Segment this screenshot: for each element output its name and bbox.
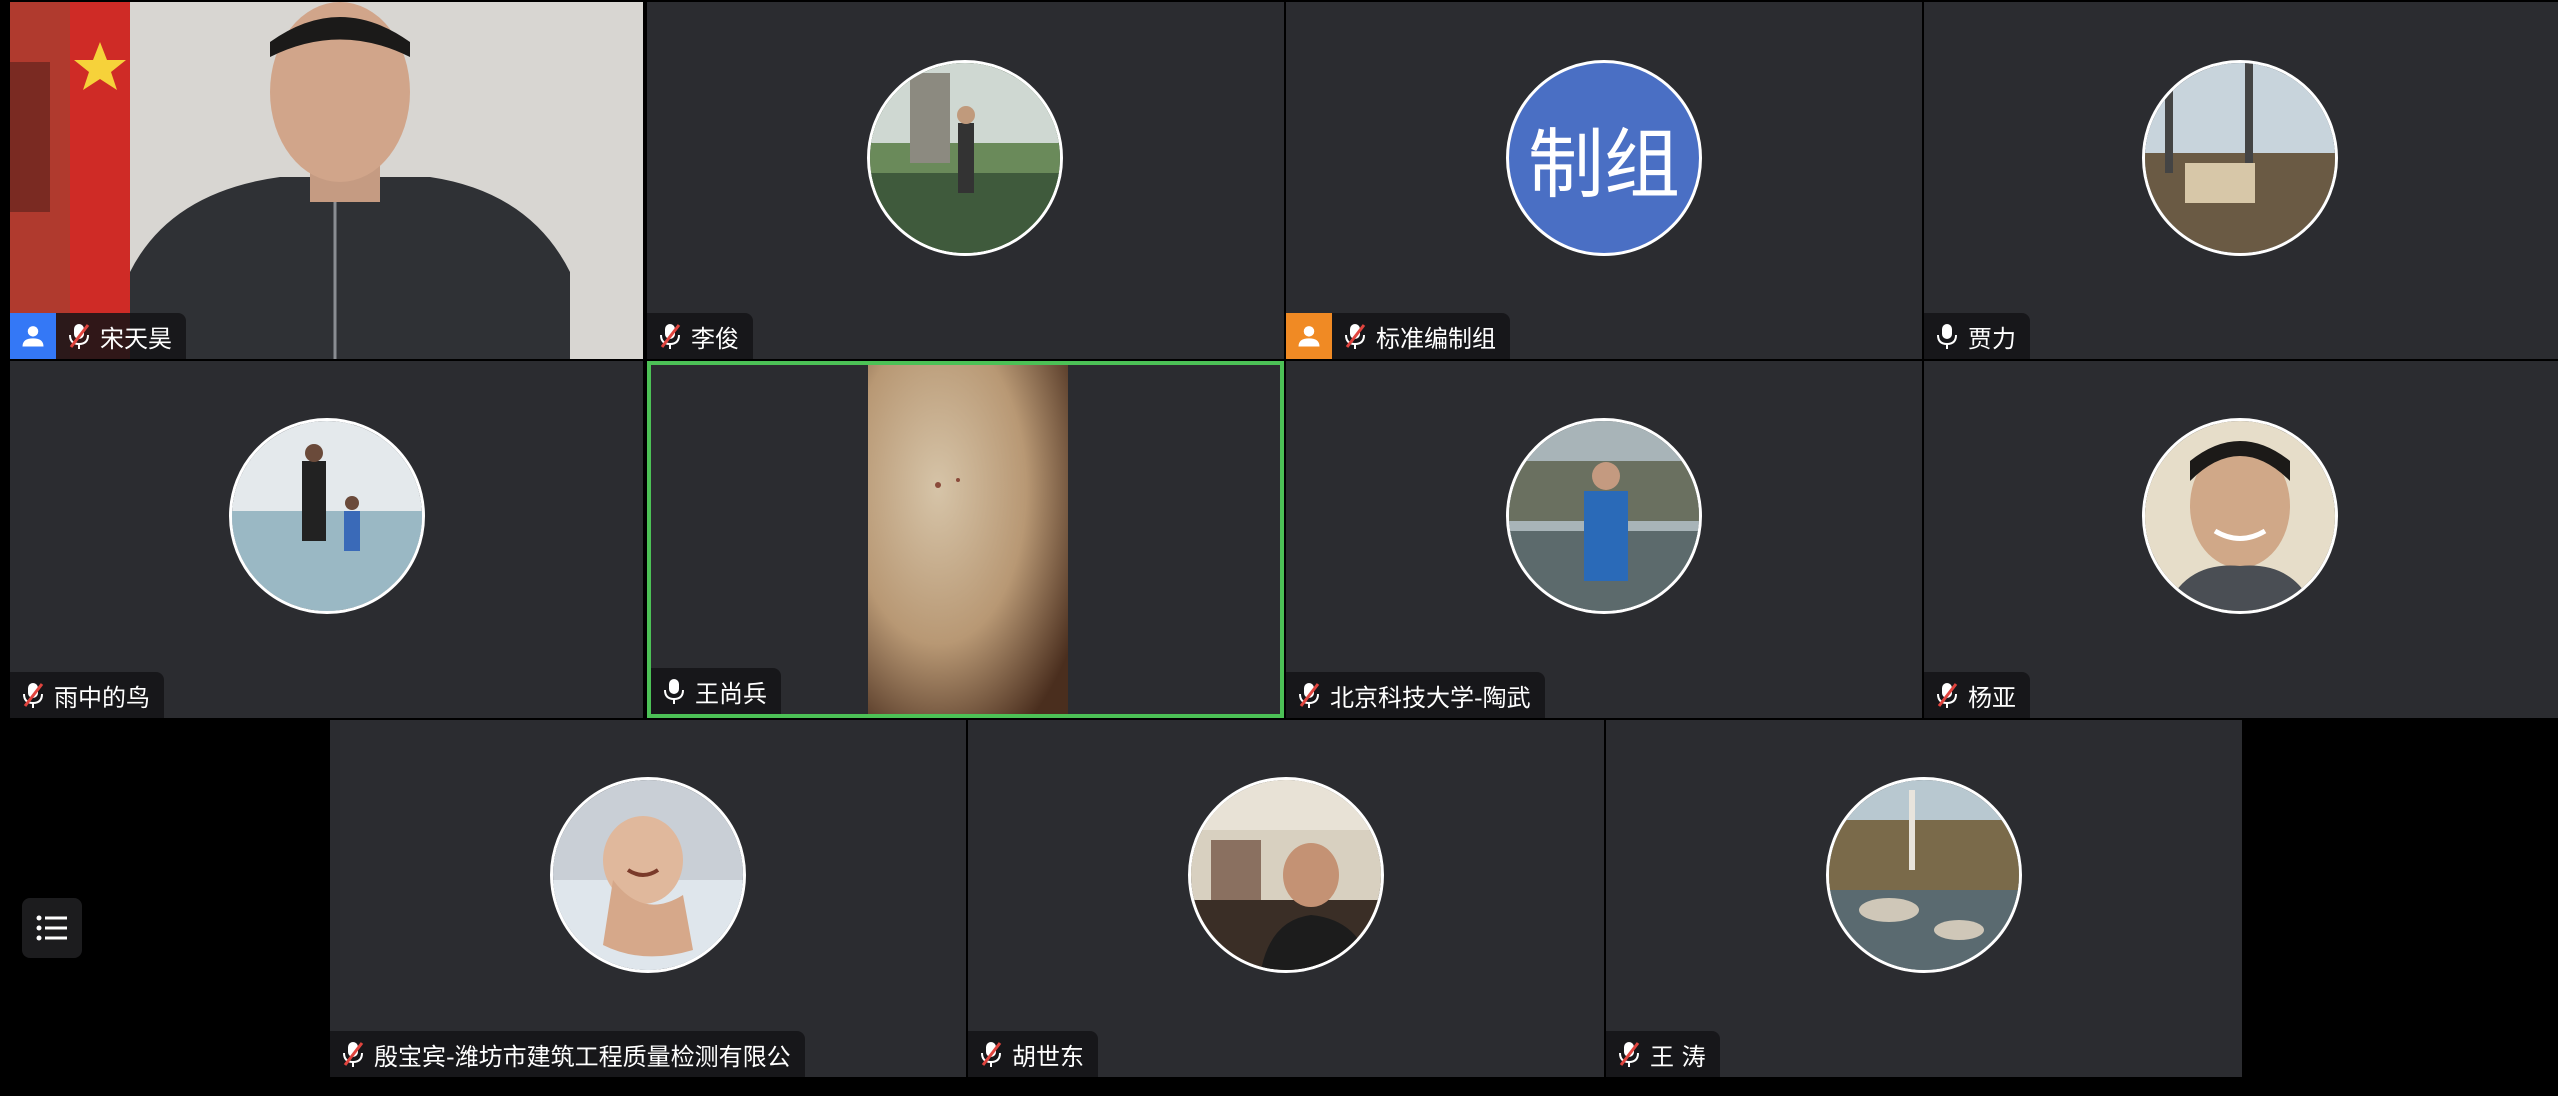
participant-tile[interactable]: 贾力 <box>1924 2 2558 359</box>
participant-nametag: 杨亚 <box>1924 672 2030 718</box>
participant-nametag: 王 涛 <box>1606 1031 1720 1077</box>
participant-tile[interactable]: 胡世东 <box>968 720 1604 1077</box>
mic-icon <box>1930 313 1964 359</box>
participant-tile-active-speaker[interactable]: 王尚兵 <box>647 361 1284 718</box>
participant-name: 杨亚 <box>1968 683 2016 712</box>
participant-nametag: 宋天昊 <box>10 313 186 359</box>
participant-avatar <box>1506 418 1702 614</box>
participant-tile[interactable]: 杨亚 <box>1924 361 2558 718</box>
participant-name: 宋天昊 <box>100 324 172 353</box>
participant-avatar <box>2142 60 2338 256</box>
participant-name: 李俊 <box>691 324 739 353</box>
participant-tile[interactable]: 制组 标准编制组 <box>1286 2 1922 359</box>
mic-muted-icon <box>16 672 50 718</box>
mic-muted-icon <box>1292 672 1326 718</box>
participant-name: 贾力 <box>1968 324 2016 353</box>
participant-name: 雨中的鸟 <box>54 683 150 712</box>
cohost-badge-icon <box>1286 313 1332 359</box>
participant-avatar <box>1188 777 1384 973</box>
participant-tile[interactable]: 王 涛 <box>1606 720 2242 1077</box>
participant-tile[interactable]: 北京科技大学-陶武 <box>1286 361 1922 718</box>
participant-avatar <box>1826 777 2022 973</box>
participant-name: 胡世东 <box>1012 1042 1084 1071</box>
participant-avatar <box>867 60 1063 256</box>
mic-muted-icon <box>62 313 96 359</box>
participant-video <box>868 365 1068 714</box>
participant-nametag: 胡世东 <box>968 1031 1098 1077</box>
mic-muted-icon <box>974 1031 1008 1077</box>
participant-nametag: 李俊 <box>647 313 753 359</box>
participant-text-avatar: 制组 <box>1506 60 1702 256</box>
participant-video <box>10 2 643 359</box>
mic-muted-icon <box>1930 672 1964 718</box>
participant-name: 标准编制组 <box>1376 324 1496 353</box>
participant-tile[interactable]: 殷宝宾-潍坊市建筑工程质量检测有限公 <box>330 720 966 1077</box>
participant-name: 殷宝宾-潍坊市建筑工程质量检测有限公 <box>374 1042 791 1071</box>
mic-muted-icon <box>336 1031 370 1077</box>
participant-nametag: 北京科技大学-陶武 <box>1286 672 1545 718</box>
participant-nametag: 标准编制组 <box>1286 313 1510 359</box>
participant-avatar <box>550 777 746 973</box>
mic-muted-icon <box>1338 313 1372 359</box>
participant-nametag: 雨中的鸟 <box>10 672 164 718</box>
participant-tile[interactable]: 李俊 <box>647 2 1284 359</box>
participant-name: 王 涛 <box>1650 1042 1706 1071</box>
host-badge-icon <box>10 313 56 359</box>
participant-tile[interactable]: 宋天昊 <box>10 2 643 359</box>
list-toggle-button[interactable] <box>22 898 82 958</box>
mic-muted-icon <box>653 313 687 359</box>
participant-avatar <box>229 418 425 614</box>
participant-name: 王尚兵 <box>695 679 767 708</box>
participant-avatar <box>2142 418 2338 614</box>
mic-muted-icon <box>1612 1031 1646 1077</box>
mic-icon <box>657 668 691 714</box>
participant-nametag: 王尚兵 <box>651 668 781 714</box>
participant-name: 北京科技大学-陶武 <box>1330 683 1531 712</box>
participant-tile[interactable]: 雨中的鸟 <box>10 361 643 718</box>
participant-nametag: 殷宝宾-潍坊市建筑工程质量检测有限公 <box>330 1031 805 1077</box>
list-icon <box>36 915 67 941</box>
participant-nametag: 贾力 <box>1924 313 2030 359</box>
